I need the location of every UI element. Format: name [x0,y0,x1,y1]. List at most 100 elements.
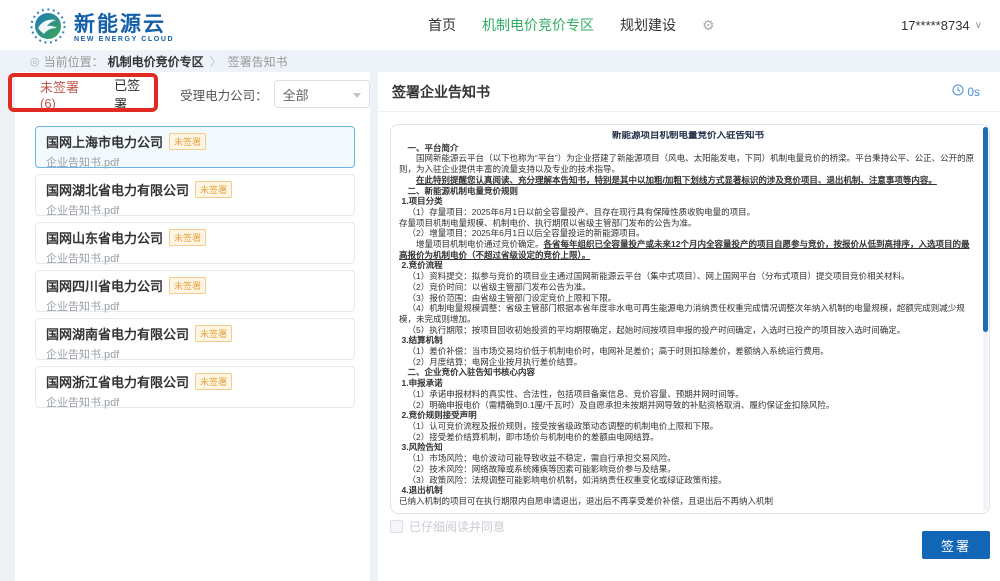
document-scrollbar-thumb[interactable] [983,127,988,332]
doc-line: 在此特别提醒您认真阅读、充分理解本告知书，特别是其中以加粗/加粗下划线方式显著标… [399,175,977,186]
doc-line: （1）资料提交：拟参与竞价的项目业主通过国网新能源云平台（集中式项目）、网上国网… [399,271,977,282]
doc-line: 1.项目分类 [399,196,977,207]
chevron-down-icon [353,93,361,98]
doc-line: 新能源项目机制电量竞价入驻告知书 [399,131,977,142]
company-file: 企业告知书.pdf [46,346,344,362]
doc-line: （2）月度结算：电网企业按月执行差价结算。 [399,357,977,368]
filter-label: 受理电力公司： [180,85,268,104]
company-file: 企业告知书.pdf [46,154,344,170]
nav-item-planning[interactable]: 规划建设 [620,15,676,35]
doc-line: （1）承诺申报材料的真实性、合法性，包括项目备案信息、竞价容量、预期并网时间等。 [399,389,977,400]
doc-line: （3）报价范围：由省级主管部门设定竞价上限和下限。 [399,293,977,304]
logo-subtitle: NEW ENERGY CLOUD [74,36,174,43]
company-file: 企业告知书.pdf [46,394,344,410]
tab-unsigned[interactable]: 未签署(6) [40,77,82,111]
notice-document: 新能源项目机制电量竞价入驻告知书一、平台简介国网新能源云平台（以下也称为“平台”… [390,124,990,514]
main-nav: 首页 机制电价竞价专区 规划建设 ⚙ [428,0,715,50]
nav-item-home[interactable]: 首页 [428,15,456,35]
company-sidebar: 未签署(6) 已签署 受理电力公司： 全部 国网上海市电力公司 未签署 企业告知… [15,72,370,581]
nav-item-bidding-zone[interactable]: 机制电价竞价专区 [482,15,594,35]
clock-icon [952,84,964,99]
unsigned-status-badge: 未签署 [169,229,206,246]
tab-signed[interactable]: 已签署 [114,75,144,113]
gear-icon[interactable]: ⚙ [702,17,715,34]
breadcrumb: ◎ 当前位置： 机制电价竞价专区 〉 签署告知书 [0,50,1000,72]
sign-panel: 签署企业告知书 0s 新能源项目机制电量竞价入驻告知书一、平台简介国网新能源云平… [378,72,1000,581]
company-file: 企业告知书.pdf [46,202,344,218]
power-company-select-value: 全部 [283,85,309,104]
company-name: 国网上海市电力公司 [46,132,163,151]
doc-line: （2）竞价时间：以省级主管部门发布公告为准。 [399,282,977,293]
company-card[interactable]: 国网山东省电力公司 未签署 企业告知书.pdf [35,222,355,264]
doc-line: （1）认可竞价流程及报价规则，接受按省级政策动态调整的机制电价上限和下限。 [399,421,977,432]
doc-line: 4.退出机制 [399,485,977,496]
company-file: 企业告知书.pdf [46,250,344,266]
doc-line: （2）增量项目：2025年6月1日以后全容量投运的新能源项目。 [399,228,977,239]
account-phone: 17*****8734 [901,18,970,33]
top-bar: 新能源云 NEW ENERGY CLOUD 首页 机制电价竞价专区 规划建设 ⚙… [0,0,1000,50]
doc-line: 二、企业竞价入驻告知书核心内容 [399,367,977,378]
company-card[interactable]: 国网上海市电力公司 未签署 企业告知书.pdf [35,126,355,168]
read-timer: 0s [952,84,980,99]
account-menu[interactable]: 17*****8734 ∨ [901,0,982,50]
sign-button[interactable]: 签署 [922,531,990,559]
logo[interactable]: 新能源云 NEW ENERGY CLOUD [30,8,174,49]
doc-line: （2）明确申报电价（需精确到0.1厘/千瓦时）及自愿承担未按期并网导致的补贴资格… [399,400,977,411]
company-name: 国网湖北省电力有限公司 [46,180,189,199]
company-card-top: 国网湖北省电力有限公司 未签署 [46,180,344,199]
company-card-top: 国网四川省电力公司 未签署 [46,276,344,295]
breadcrumb-separator: 〉 [210,53,222,70]
doc-line: （3）政策风险：法规调整可能影响电价机制，如消纳责任权重变化或绿证政策衔接。 [399,475,977,486]
company-card-top: 国网湖南省电力有限公司 未签署 [46,324,344,343]
company-name: 国网湖南省电力有限公司 [46,324,189,343]
panel-header: 签署企业告知书 0s [378,72,1000,112]
doc-line: 国网新能源云平台（以下也称为“平台”）为企业搭建了新能源项目（风电、太阳能发电，… [399,153,977,174]
doc-line: 1.申报承诺 [399,378,977,389]
doc-line: 一、平台简介 [399,143,977,154]
company-card-top: 国网上海市电力公司 未签署 [46,132,344,151]
company-card[interactable]: 国网湖北省电力有限公司 未签署 企业告知书.pdf [35,174,355,216]
logo-title: 新能源云 [74,14,174,36]
agree-checkbox[interactable] [390,520,403,533]
doc-line: 存量项目机制电量规模、机制电价、执行期限以省级主管部门发布的公告为准。 [399,218,977,229]
unsigned-status-badge: 未签署 [195,373,232,390]
company-file: 企业告知书.pdf [46,298,344,314]
company-name: 国网浙江省电力有限公司 [46,372,189,391]
doc-line: （2）接受差价结算机制，即市场价与机制电价的差额由电网结算。 [399,432,977,443]
doc-line: （1）市场风险：电价波动可能导致收益不稳定，需自行承担交易风险。 [399,453,977,464]
doc-line: 2.竞价流程 [399,260,977,271]
breadcrumb-section[interactable]: 机制电价竞价专区 [108,53,204,70]
document-content: 新能源项目机制电量竞价入驻告知书一、平台简介国网新能源云平台（以下也称为“平台”… [399,131,977,513]
doc-line: 3.风险告知 [399,442,977,453]
power-company-select[interactable]: 全部 [274,80,370,108]
company-card[interactable]: 国网浙江省电力有限公司 未签署 企业告知书.pdf [35,366,355,408]
unsigned-status-badge: 未签署 [169,277,206,294]
timer-value: 0s [967,85,980,99]
breadcrumb-label: 当前位置： [44,53,104,70]
company-card-top: 国网浙江省电力有限公司 未签署 [46,372,344,391]
doc-line: （5）执行期限：按项目回收初始投资的平均期限确定，起始时间按项目申报的投产时间确… [399,325,977,336]
agree-row: 已仔细阅读并同意 [390,518,505,535]
unsigned-status-badge: 未签署 [195,181,232,198]
unsigned-status-badge: 未签署 [195,325,232,342]
company-name: 国网四川省电力公司 [46,276,163,295]
doc-line: （1）存量项目：2025年6月1日以前全容量投产、且存在现行具有保障性质收购电量… [399,207,977,218]
doc-line: 二、新能源机制电量竞价规则 [399,186,977,197]
doc-line: 3.结算机制 [399,335,977,346]
doc-line: （4）机制电量规模调整：省级主管部门根据本省年度非水电可再生能源电力消纳责任权重… [399,303,977,324]
doc-line: 增量项目机制电价通过竞价确定。各省每年组织已全容量投产或未来12个月内全容量投产… [399,239,977,260]
company-card[interactable]: 国网四川省电力公司 未签署 企业告知书.pdf [35,270,355,312]
chevron-down-icon: ∨ [975,20,982,31]
company-card-top: 国网山东省电力公司 未签署 [46,228,344,247]
agree-label: 已仔细阅读并同意 [409,518,505,535]
location-pin-icon: ◎ [30,55,40,68]
doc-line: （1）差价补偿：当市场交易均价低于机制电价时，电网补足差价；高于时则扣除差价，差… [399,346,977,357]
doc-line: 2.竞价规则接受声明 [399,410,977,421]
company-name: 国网山东省电力公司 [46,228,163,247]
tabs-row: 未签署(6) 已签署 受理电力公司： 全部 [15,72,370,116]
doc-line: （2）技术风险：网络故障或系统瘫痪等因素可能影响竞价参与及结果。 [399,464,977,475]
company-card[interactable]: 国网湖南省电力有限公司 未签署 企业告知书.pdf [35,318,355,360]
breadcrumb-current: 签署告知书 [228,53,288,70]
panel-title: 签署企业告知书 [392,82,490,102]
unsigned-status-badge: 未签署 [169,133,206,150]
